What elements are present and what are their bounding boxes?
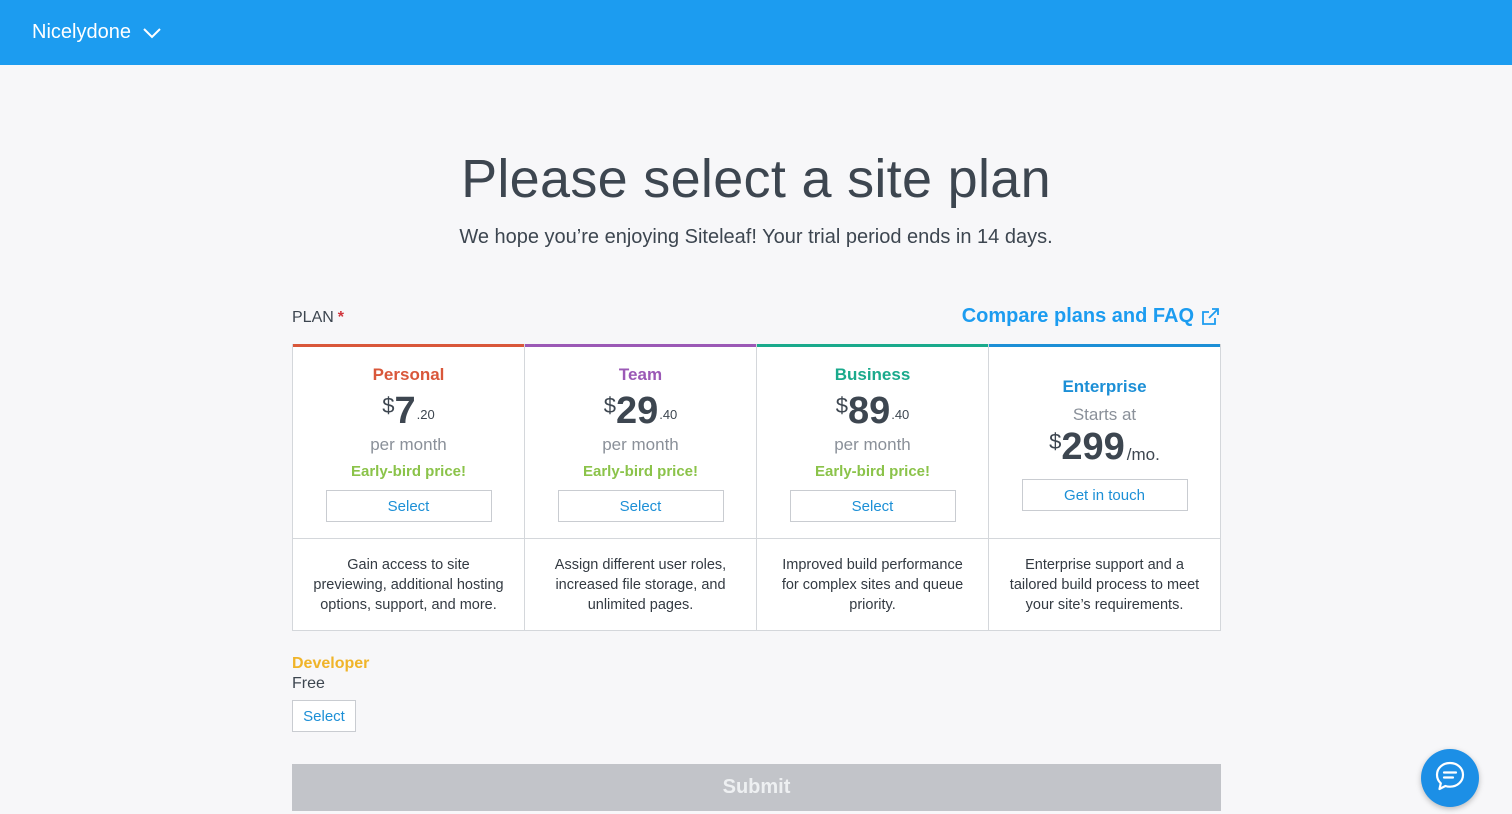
developer-plan-name: Developer bbox=[292, 655, 370, 672]
plan-options: Personal $ 7 .20 per month Early-bird pr… bbox=[292, 344, 1221, 631]
plan-name: Team bbox=[618, 365, 663, 384]
price-whole: 89 bbox=[847, 390, 891, 432]
price-currency: $ bbox=[835, 393, 848, 418]
price-currency: $ bbox=[382, 393, 395, 418]
price-currency: $ bbox=[603, 393, 616, 418]
plan-summary: Team $ 29 .40 per month Early-bird price… bbox=[525, 347, 756, 539]
plan-price: $ 299 /mo. bbox=[1049, 425, 1160, 469]
price-whole: 7 bbox=[394, 390, 416, 432]
required-mark: * bbox=[337, 309, 345, 326]
starts-at-label: Starts at bbox=[1072, 405, 1137, 424]
get-in-touch-button[interactable]: Get in touch bbox=[1021, 479, 1188, 511]
plan-summary: Enterprise Starts at $ 299 /mo. Get in t… bbox=[989, 347, 1220, 539]
top-bar: Nicelydone bbox=[0, 0, 1512, 65]
chat-bubble-icon bbox=[1433, 759, 1467, 798]
site-switcher[interactable]: Nicelydone bbox=[32, 21, 161, 44]
plan-field-label: PLAN * bbox=[292, 309, 344, 327]
plan-summary: Business $ 89 .40 per month Early-bird p… bbox=[757, 347, 988, 539]
price-whole: 29 bbox=[615, 390, 659, 432]
early-bird-note: Early-bird price! bbox=[814, 463, 931, 480]
price-whole: 299 bbox=[1061, 426, 1125, 468]
plan-name: Business bbox=[834, 365, 911, 384]
plan-enterprise: Enterprise Starts at $ 299 /mo. Get in t… bbox=[989, 344, 1220, 630]
price-cents: .40 bbox=[891, 407, 910, 422]
select-business-button[interactable]: Select bbox=[789, 490, 956, 522]
price-currency: $ bbox=[1049, 429, 1062, 454]
plan-summary: Personal $ 7 .20 per month Early-bird pr… bbox=[293, 347, 524, 539]
price-period: per month bbox=[602, 435, 679, 454]
plan-label-text: PLAN bbox=[292, 309, 334, 326]
plan-business: Business $ 89 .40 per month Early-bird p… bbox=[757, 344, 989, 630]
plan-price: $ 7 .20 bbox=[382, 389, 434, 433]
compare-plans-label: Compare plans and FAQ bbox=[961, 305, 1194, 327]
plan-description: Assign different user roles, increased f… bbox=[554, 557, 727, 613]
page-subtitle: We hope you’re enjoying Siteleaf! Your t… bbox=[459, 226, 1053, 248]
price-cents: .40 bbox=[659, 407, 678, 422]
price-period: per month bbox=[370, 435, 447, 454]
plan-name: Enterprise bbox=[1062, 377, 1147, 396]
plan-price: $ 89 .40 bbox=[836, 389, 910, 433]
price-cents: .20 bbox=[416, 407, 435, 422]
plan-description: Improved build performance for complex s… bbox=[781, 557, 964, 613]
submit-button[interactable]: Submit bbox=[292, 764, 1221, 811]
page-title: Please select a site plan bbox=[461, 149, 1051, 209]
select-team-button[interactable]: Select bbox=[557, 490, 724, 522]
price-period: per month bbox=[834, 435, 911, 454]
external-link-icon bbox=[1200, 307, 1220, 327]
compare-plans-link[interactable]: Compare plans and FAQ bbox=[962, 305, 1220, 328]
plan-price: $ 29 .40 bbox=[604, 389, 678, 433]
chat-launcher-button[interactable] bbox=[1421, 749, 1479, 807]
developer-plan-price: Free bbox=[292, 675, 325, 692]
plan-name: Personal bbox=[372, 365, 445, 384]
select-developer-button[interactable]: Select bbox=[292, 700, 356, 732]
plan-description: Enterprise support and a tailored build … bbox=[1009, 557, 1200, 613]
early-bird-note: Early-bird price! bbox=[350, 463, 467, 480]
select-personal-button[interactable]: Select bbox=[325, 490, 492, 522]
chevron-down-icon bbox=[143, 27, 161, 39]
plan-team: Team $ 29 .40 per month Early-bird price… bbox=[525, 344, 757, 630]
plan-personal: Personal $ 7 .20 per month Early-bird pr… bbox=[293, 344, 525, 630]
early-bird-note: Early-bird price! bbox=[582, 463, 699, 480]
plan-description: Gain access to site previewing, addition… bbox=[313, 557, 504, 613]
price-suffix: /mo. bbox=[1126, 445, 1160, 464]
site-name: Nicelydone bbox=[32, 21, 131, 43]
